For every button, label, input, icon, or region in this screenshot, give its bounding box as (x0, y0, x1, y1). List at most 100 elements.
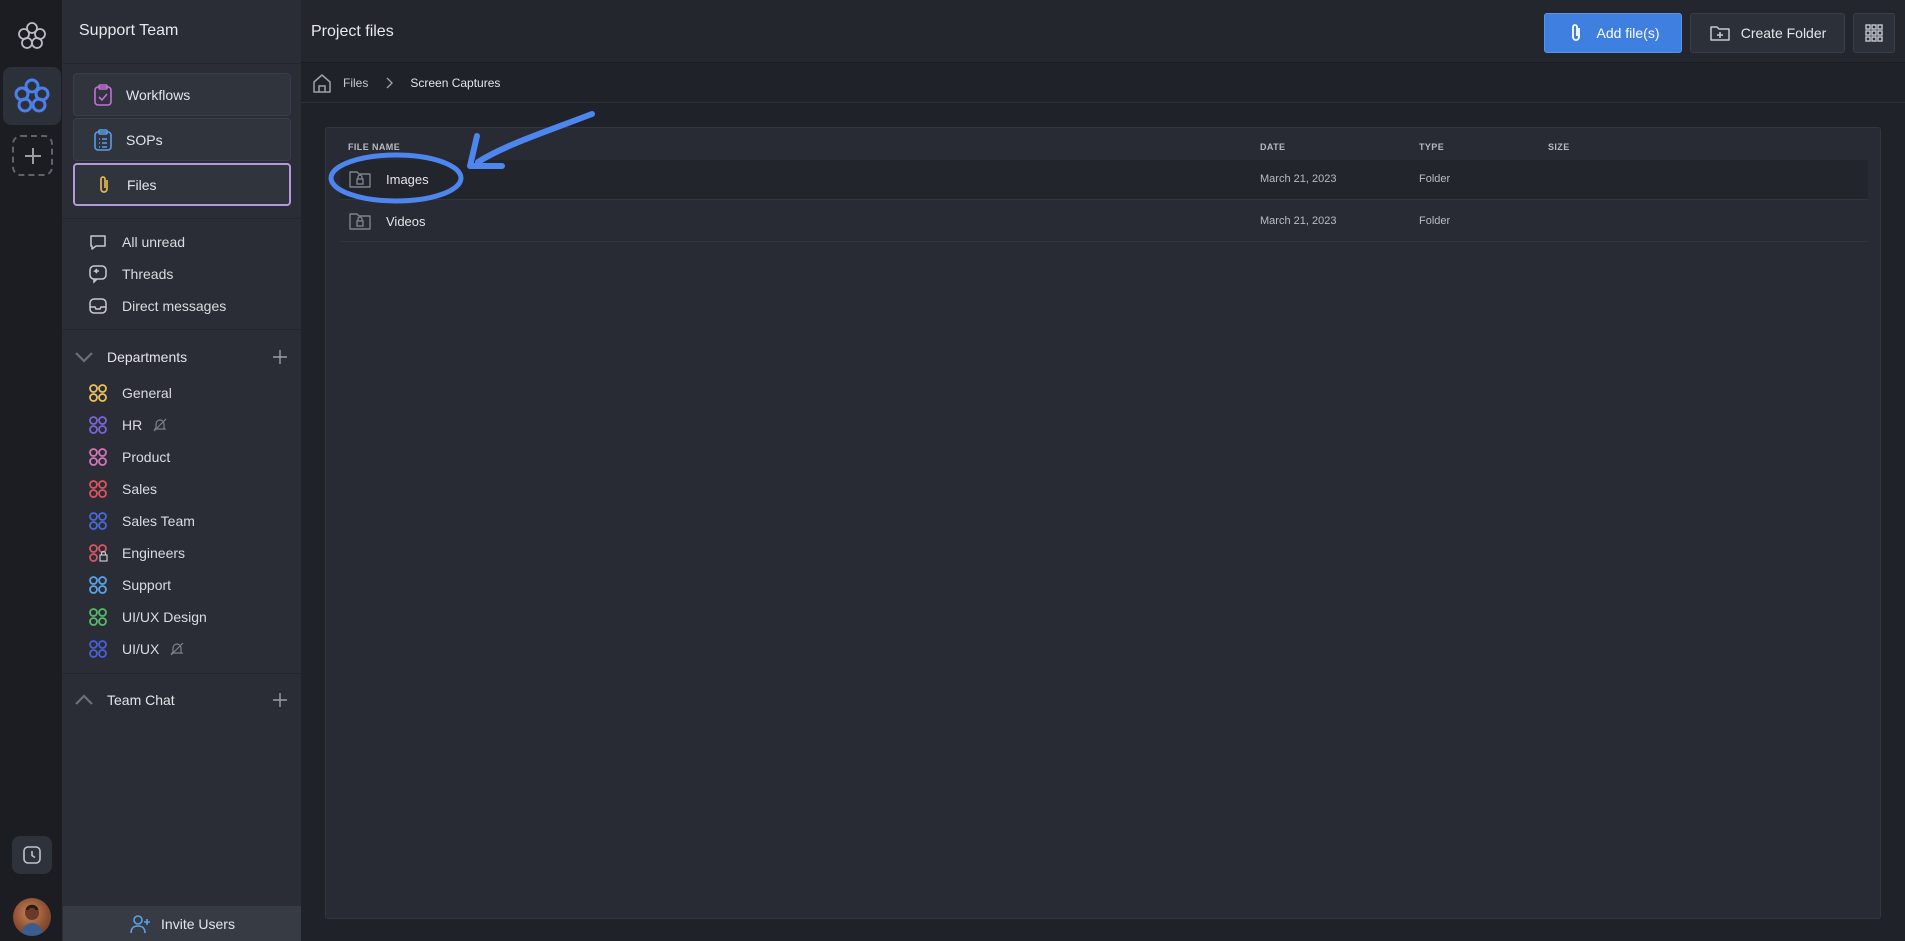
chat-bubble-icon (88, 232, 108, 252)
departments-label: Departments (107, 349, 188, 365)
clipboard-list-icon (92, 128, 114, 151)
channel-group-icon (88, 607, 108, 627)
add-workspace-button[interactable] (12, 135, 53, 176)
paperclip-icon (1572, 24, 1581, 41)
threads-label: Threads (122, 266, 174, 282)
muted-bell-icon (170, 642, 184, 656)
create-folder-button[interactable]: Create Folder (1690, 13, 1845, 53)
channel-group-icon (88, 511, 108, 531)
breadcrumb: Files Screen Captures (301, 63, 1905, 103)
direct-messages-label: Direct messages (122, 298, 227, 314)
sidebar-divider (63, 329, 301, 330)
nav-sops-button[interactable]: SOPs (73, 118, 291, 161)
column-header-name[interactable]: FILE NAME (348, 142, 400, 152)
top-bar: Project files Add file(s) Create Folder (301, 0, 1905, 63)
team-chat-section-header[interactable]: Team Chat (73, 689, 291, 711)
department-item[interactable]: UI/UX (88, 638, 185, 660)
column-header-date[interactable]: DATE (1260, 142, 1285, 152)
workspace-logo-icon (14, 78, 50, 113)
add-user-icon (130, 914, 151, 933)
channel-group-icon (88, 639, 108, 659)
team-chat-label: Team Chat (107, 692, 175, 708)
invite-users-label: Invite Users (161, 915, 235, 932)
file-name: Videos (386, 213, 426, 229)
channel-group-icon (88, 543, 108, 563)
table-row[interactable]: Videos March 21, 2023 Folder (340, 202, 1868, 242)
chevron-down-icon (73, 346, 95, 368)
threads-icon (88, 264, 108, 284)
clipboard-check-icon (92, 83, 114, 106)
department-item[interactable]: Support (88, 574, 171, 596)
all-unread-item[interactable]: All unread (88, 231, 185, 253)
department-label: Product (122, 449, 171, 465)
locked-folder-icon (349, 171, 371, 188)
file-type: Folder (1419, 215, 1451, 227)
inbox-icon (88, 296, 108, 316)
department-item[interactable]: Product (88, 446, 170, 468)
workspace-switch-button[interactable] (3, 67, 61, 125)
add-chat-icon[interactable] (271, 691, 289, 709)
department-label: UI/UX Design (122, 609, 207, 625)
add-files-label: Add file(s) (1596, 25, 1660, 41)
departments-section-header[interactable]: Departments (73, 346, 291, 368)
user-avatar[interactable] (13, 898, 51, 936)
chevron-right-icon (386, 77, 394, 88)
sidebar-header-divider (63, 63, 301, 64)
invite-users-button[interactable]: Invite Users (63, 906, 301, 941)
sidebar: Support Team Workflows SOPs Files All un… (63, 0, 301, 941)
department-item[interactable]: Sales Team (88, 510, 195, 532)
channel-group-icon (88, 383, 108, 403)
file-type: Folder (1419, 173, 1451, 185)
department-label: Sales Team (122, 513, 195, 529)
create-folder-label: Create Folder (1740, 25, 1827, 41)
column-header-type[interactable]: TYPE (1419, 142, 1444, 152)
channel-group-icon (88, 479, 108, 499)
chevron-up-icon (73, 689, 95, 711)
files-table: FILE NAME DATE TYPE SIZE Images March 21… (325, 127, 1881, 919)
column-header-size[interactable]: SIZE (1548, 142, 1570, 152)
app-logo-icon[interactable] (14, 18, 50, 54)
table-row[interactable]: Images March 21, 2023 Folder (340, 160, 1868, 200)
page-title: Project files (311, 23, 394, 40)
locked-folder-icon (349, 213, 371, 230)
nav-files-label: Files (127, 176, 157, 193)
clock-icon (23, 846, 41, 864)
home-icon[interactable] (311, 72, 333, 94)
file-date: March 21, 2023 (1260, 215, 1337, 227)
folder-plus-icon (1709, 26, 1730, 41)
add-files-button[interactable]: Add file(s) (1544, 13, 1682, 53)
direct-messages-item[interactable]: Direct messages (88, 295, 226, 317)
breadcrumb-files-link[interactable]: Files (343, 76, 368, 90)
plus-icon (24, 147, 41, 164)
all-unread-label: All unread (122, 234, 186, 250)
file-date: March 21, 2023 (1260, 173, 1337, 185)
channel-group-icon (88, 415, 108, 435)
department-label: Sales (122, 481, 158, 497)
workspace-rail (0, 0, 63, 941)
department-item[interactable]: Engineers (88, 542, 185, 564)
nav-sops-label: SOPs (126, 131, 163, 148)
team-name: Support Team (79, 22, 179, 39)
department-item[interactable]: HR (88, 414, 168, 436)
muted-bell-icon (153, 418, 167, 432)
view-grid-button[interactable] (1853, 13, 1895, 53)
nav-workflows-button[interactable]: Workflows (73, 73, 291, 116)
sidebar-divider (63, 673, 301, 674)
main-content: Project files Add file(s) Create Folder (301, 0, 1905, 941)
nav-workflows-label: Workflows (126, 86, 191, 103)
department-item[interactable]: General (88, 382, 172, 404)
app-window: Support Team Workflows SOPs Files All un… (0, 0, 1905, 941)
channel-group-icon (88, 575, 108, 595)
department-label: Engineers (122, 545, 186, 561)
add-department-icon[interactable] (271, 348, 289, 366)
paperclip-icon (93, 174, 115, 196)
department-item[interactable]: Sales (88, 478, 157, 500)
department-label: HR (122, 417, 143, 433)
department-item[interactable]: UI/UX Design (88, 606, 207, 628)
history-button[interactable] (12, 836, 52, 874)
channel-group-icon (88, 447, 108, 467)
sidebar-divider (63, 218, 301, 219)
grid-icon (1865, 24, 1883, 42)
nav-files-button[interactable]: Files (73, 163, 291, 206)
threads-item[interactable]: Threads (88, 263, 173, 285)
